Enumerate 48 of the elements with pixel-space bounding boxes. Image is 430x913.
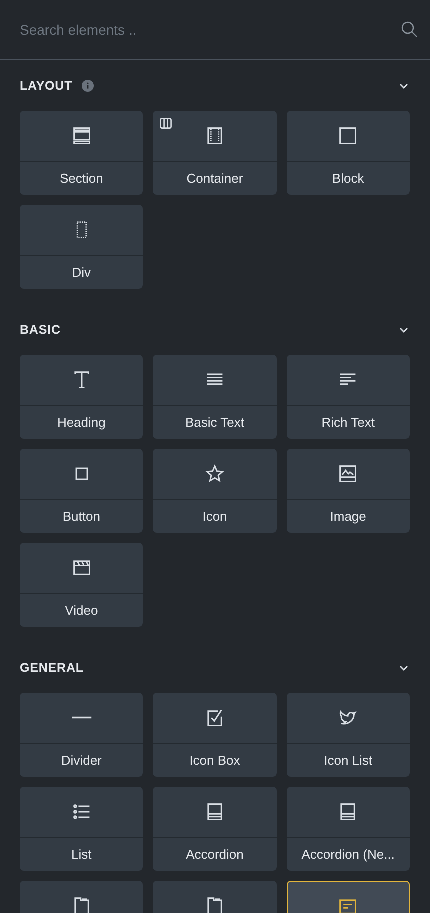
card-label: Heading — [56, 414, 107, 432]
card-label: Div — [71, 264, 92, 282]
image-icon — [337, 463, 360, 485]
element-card[interactable]: Section — [20, 111, 144, 195]
element-card[interactable]: Basic Text — [153, 355, 277, 439]
info-icon[interactable] — [82, 80, 94, 92]
card-label: Video — [64, 602, 100, 620]
section-icon — [70, 125, 93, 147]
chevron-icon[interactable] — [399, 325, 409, 335]
search-icon[interactable] — [401, 21, 418, 38]
card-label: Section — [58, 170, 104, 188]
card-label: Icon — [202, 508, 228, 526]
star-icon — [204, 463, 226, 485]
square-icon — [337, 125, 360, 147]
category-title: BASIC — [20, 323, 61, 337]
element-card[interactable]: Accordion (Ne... — [286, 787, 410, 871]
category-title: LAYOUT — [20, 79, 73, 93]
element-card[interactable]: Divider — [20, 693, 144, 777]
element-card[interactable]: Icon List — [286, 693, 410, 777]
card-label: Container — [186, 170, 244, 188]
element-card[interactable]: Heading — [20, 355, 144, 439]
card-label: Divider — [60, 752, 103, 770]
chevron-icon[interactable] — [399, 81, 409, 91]
search-field[interactable]: Search elements .. — [20, 18, 401, 42]
element-card[interactable]: Video — [20, 543, 144, 627]
card-label: Accordion (Ne... — [300, 846, 396, 864]
line-icon — [70, 715, 93, 721]
element-card[interactable]: Icon — [153, 449, 277, 533]
category-title: GENERAL — [20, 661, 84, 675]
element-card[interactable]: Button — [20, 449, 144, 533]
element-card[interactable]: List — [20, 787, 144, 871]
element-card[interactable]: Rich Text — [286, 355, 410, 439]
element-card[interactable]: Block — [286, 111, 410, 195]
element-card[interactable]: Div — [20, 205, 144, 289]
card-label: Icon List — [323, 752, 374, 770]
card-label: Image — [329, 508, 368, 526]
card-label: Rich Text — [320, 414, 376, 432]
element-card[interactable]: Container — [153, 111, 277, 195]
card-label: Basic Text — [184, 414, 246, 432]
element-card[interactable]: Accordion — [153, 787, 277, 871]
card-label: List — [70, 846, 93, 864]
card-label: Icon Box — [188, 752, 242, 770]
card-label: Button — [62, 508, 102, 526]
card-label: Block — [331, 170, 366, 188]
element-card[interactable]: Image — [286, 449, 410, 533]
element-card[interactable]: Icon Box — [153, 693, 277, 777]
card-label: Accordion — [185, 846, 245, 864]
chevron-icon[interactable] — [399, 663, 409, 673]
